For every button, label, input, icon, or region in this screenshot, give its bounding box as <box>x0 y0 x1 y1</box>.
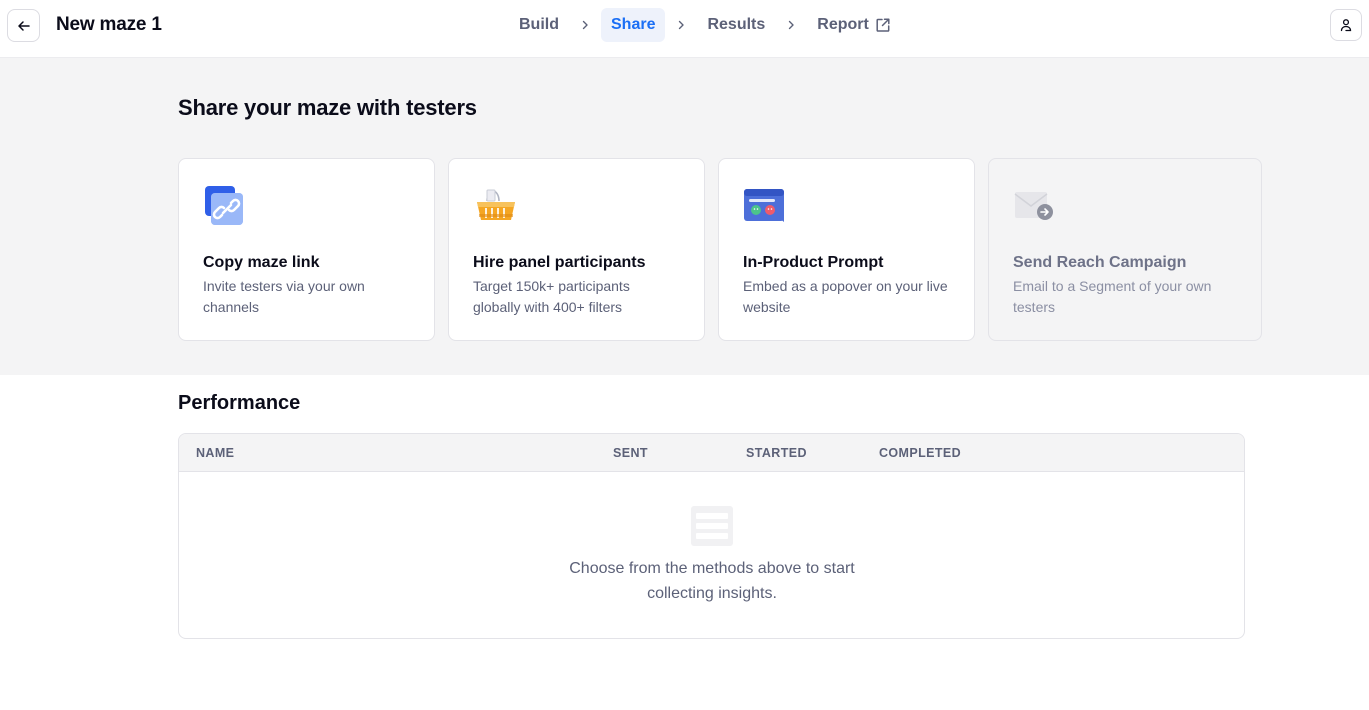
column-sent[interactable]: SENT <box>613 446 648 460</box>
back-button[interactable] <box>7 9 40 42</box>
top-bar: New maze 1 Build Share Results Report <box>0 0 1369 58</box>
arrow-left-icon <box>17 20 30 31</box>
hire-panel-card[interactable]: Hire panel participants Target 150k+ par… <box>448 158 705 341</box>
send-reach-campaign-card[interactable]: Send Reach Campaign Email to a Segment o… <box>988 158 1262 341</box>
chevron-right-icon <box>576 20 594 30</box>
link-icon <box>205 186 243 225</box>
in-product-prompt-card[interactable]: In-Product Prompt Embed as a popover on … <box>718 158 975 341</box>
tab-results-label: Results <box>707 16 766 33</box>
share-heading: Share your maze with testers <box>178 95 477 120</box>
card-title: Send Reach Campaign <box>1013 254 1187 271</box>
basket-icon <box>477 189 515 220</box>
card-title: Hire panel participants <box>473 254 646 271</box>
table-header: NAME SENT STARTED COMPLETED <box>179 434 1244 472</box>
card-title: Copy maze link <box>203 254 320 271</box>
step-nav: Build Share Results Report <box>509 8 901 42</box>
performance-heading: Performance <box>178 392 301 414</box>
share-section: Share your maze with testers Copy maze l… <box>0 58 1369 375</box>
empty-table-icon <box>691 506 733 546</box>
chevron-right-icon <box>672 20 690 30</box>
copy-maze-link-card[interactable]: Copy maze link Invite testers via your o… <box>178 158 435 341</box>
user-icon <box>1340 19 1352 32</box>
performance-table: NAME SENT STARTED COMPLETED Choose from … <box>178 433 1245 639</box>
card-description: Email to a Segment of your own testers <box>1013 278 1212 315</box>
user-menu-button[interactable] <box>1330 9 1362 41</box>
column-name[interactable]: NAME <box>196 446 234 460</box>
tab-share-label: Share <box>611 16 656 33</box>
column-started[interactable]: STARTED <box>746 446 807 460</box>
card-description: Embed as a popover on your live website <box>743 278 948 315</box>
tab-build[interactable]: Build <box>509 8 569 42</box>
tab-build-label: Build <box>519 16 559 33</box>
prompt-icon <box>744 189 784 222</box>
tab-results[interactable]: Results <box>697 8 775 42</box>
column-completed[interactable]: COMPLETED <box>879 446 961 460</box>
card-description: Invite testers via your own channels <box>203 278 365 315</box>
card-description: Target 150k+ participants globally with … <box>473 278 630 315</box>
mail-icon <box>1014 192 1053 220</box>
card-title: In-Product Prompt <box>743 254 884 271</box>
tab-share[interactable]: Share <box>601 8 666 42</box>
tab-report[interactable]: Report <box>807 8 901 42</box>
tab-report-label: Report <box>817 16 869 33</box>
chevron-right-icon <box>782 20 800 30</box>
page-title: New maze 1 <box>56 14 162 35</box>
empty-state-text: Choose from the methods above to start c… <box>569 560 855 602</box>
external-link-icon <box>876 18 890 32</box>
